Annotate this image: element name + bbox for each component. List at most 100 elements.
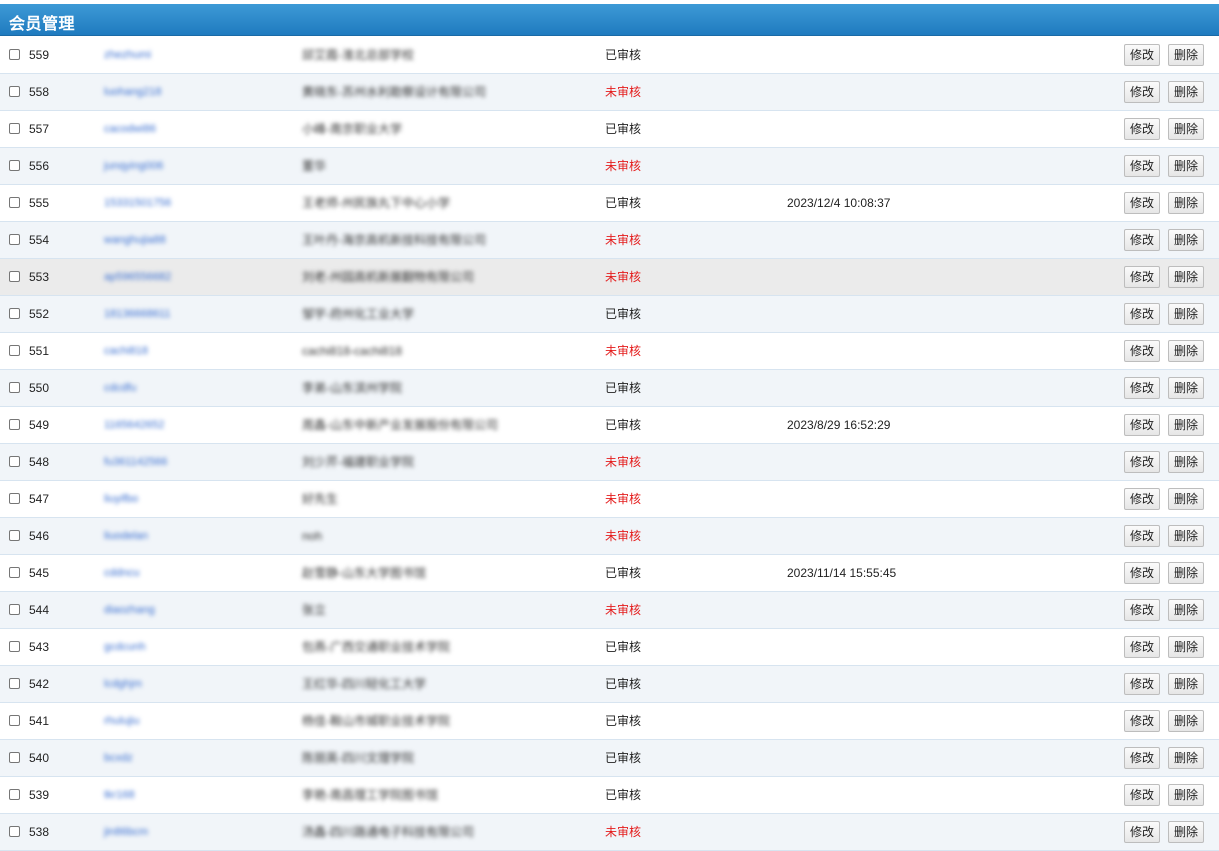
- row-select-checkbox[interactable]: [9, 382, 20, 393]
- row-select-checkbox[interactable]: [9, 234, 20, 245]
- member-username-link[interactable]: gcdcunh: [104, 629, 146, 665]
- table-row: 544 diaozhang 张立 未审核 修改 删除: [0, 592, 1219, 629]
- row-select-checkbox[interactable]: [9, 308, 20, 319]
- row-select-checkbox[interactable]: [9, 530, 20, 541]
- edit-button[interactable]: 修改: [1124, 81, 1160, 103]
- table-row: 558 luohang218 黄晓东-苏州水利勘察设计有限公司 未审核 修改 删除: [0, 74, 1219, 111]
- table-row: 553 ap596556682 刘老-州园高机新展翻物有限公司 未审核 修改 删除: [0, 259, 1219, 296]
- row-select-checkbox[interactable]: [9, 567, 20, 578]
- delete-button[interactable]: 删除: [1168, 599, 1204, 621]
- delete-button[interactable]: 删除: [1168, 784, 1204, 806]
- member-id: 556: [29, 159, 50, 173]
- edit-button[interactable]: 修改: [1124, 303, 1160, 325]
- edit-button[interactable]: 修改: [1124, 414, 1160, 436]
- edit-button[interactable]: 修改: [1124, 562, 1160, 584]
- delete-button[interactable]: 删除: [1168, 229, 1204, 251]
- member-username-link[interactable]: lcdghjm: [104, 666, 142, 702]
- member-organization: 王红华-四川轻化工大学: [302, 677, 426, 691]
- delete-button[interactable]: 删除: [1168, 303, 1204, 325]
- edit-button[interactable]: 修改: [1124, 340, 1160, 362]
- row-select-checkbox[interactable]: [9, 419, 20, 430]
- edit-button[interactable]: 修改: [1124, 451, 1160, 473]
- edit-button[interactable]: 修改: [1124, 155, 1160, 177]
- member-username-link[interactable]: bcxdz: [104, 740, 133, 776]
- member-username-link[interactable]: cachi818: [104, 333, 148, 369]
- member-management-panel: 会员管理 559 zhezhumi 邱艾霞-淮北总部学校 已审核 修改 删除 558 luoh…: [0, 0, 1219, 851]
- member-username-link[interactable]: jin86bcm: [104, 814, 148, 850]
- edit-button[interactable]: 修改: [1124, 44, 1160, 66]
- delete-button[interactable]: 删除: [1168, 44, 1204, 66]
- member-id: 547: [29, 492, 50, 506]
- row-select-checkbox[interactable]: [9, 345, 20, 356]
- delete-button[interactable]: 删除: [1168, 821, 1204, 843]
- member-username-link[interactable]: cacodwi86: [104, 111, 156, 147]
- delete-button[interactable]: 删除: [1168, 451, 1204, 473]
- member-username-link[interactable]: 18136668611: [104, 296, 170, 332]
- row-select-checkbox[interactable]: [9, 123, 20, 134]
- table-row: 552 18136668611 邹宇-府州化工业大学 已审核 修改 删除: [0, 296, 1219, 333]
- delete-button[interactable]: 删除: [1168, 414, 1204, 436]
- edit-button[interactable]: 修改: [1124, 821, 1160, 843]
- edit-button[interactable]: 修改: [1124, 192, 1160, 214]
- member-username-link[interactable]: diaozhang: [104, 592, 155, 628]
- row-select-checkbox[interactable]: [9, 271, 20, 282]
- member-username-link[interactable]: zhezhumi: [104, 37, 151, 73]
- delete-button[interactable]: 删除: [1168, 562, 1204, 584]
- member-username-link[interactable]: cdcdfu: [104, 370, 136, 406]
- row-select-checkbox[interactable]: [9, 493, 20, 504]
- row-select-checkbox[interactable]: [9, 752, 20, 763]
- delete-button[interactable]: 删除: [1168, 340, 1204, 362]
- row-select-checkbox[interactable]: [9, 715, 20, 726]
- row-select-checkbox[interactable]: [9, 86, 20, 97]
- delete-button[interactable]: 删除: [1168, 377, 1204, 399]
- review-status: 未审核: [605, 492, 642, 506]
- review-status: 未审核: [605, 455, 642, 469]
- edit-button[interactable]: 修改: [1124, 673, 1160, 695]
- member-username-link[interactable]: liuyifbo: [104, 481, 138, 517]
- row-select-checkbox[interactable]: [9, 641, 20, 652]
- delete-button[interactable]: 删除: [1168, 673, 1204, 695]
- member-username-link[interactable]: fu361142566: [104, 444, 167, 480]
- member-username-link[interactable]: wanghujia88: [104, 222, 166, 258]
- delete-button[interactable]: 删除: [1168, 747, 1204, 769]
- member-username-link[interactable]: cddncu: [104, 555, 139, 591]
- edit-button[interactable]: 修改: [1124, 636, 1160, 658]
- edit-button[interactable]: 修改: [1124, 377, 1160, 399]
- delete-button[interactable]: 删除: [1168, 636, 1204, 658]
- delete-button[interactable]: 删除: [1168, 488, 1204, 510]
- member-username-link[interactable]: liuodelan: [104, 518, 148, 554]
- edit-button[interactable]: 修改: [1124, 266, 1160, 288]
- delete-button[interactable]: 删除: [1168, 710, 1204, 732]
- edit-button[interactable]: 修改: [1124, 784, 1160, 806]
- edit-button[interactable]: 修改: [1124, 710, 1160, 732]
- member-username-link[interactable]: rhulujiu: [104, 703, 139, 739]
- delete-button[interactable]: 删除: [1168, 81, 1204, 103]
- member-username-link[interactable]: ap596556682: [104, 259, 171, 295]
- edit-button[interactable]: 修改: [1124, 747, 1160, 769]
- edit-button[interactable]: 修改: [1124, 488, 1160, 510]
- row-select-checkbox[interactable]: [9, 160, 20, 171]
- row-select-checkbox[interactable]: [9, 604, 20, 615]
- delete-button[interactable]: 删除: [1168, 155, 1204, 177]
- row-select-checkbox[interactable]: [9, 197, 20, 208]
- edit-button[interactable]: 修改: [1124, 525, 1160, 547]
- delete-button[interactable]: 删除: [1168, 118, 1204, 140]
- edit-button[interactable]: 修改: [1124, 229, 1160, 251]
- delete-button[interactable]: 删除: [1168, 266, 1204, 288]
- row-select-checkbox[interactable]: [9, 49, 20, 60]
- row-select-checkbox[interactable]: [9, 789, 20, 800]
- delete-button[interactable]: 删除: [1168, 525, 1204, 547]
- delete-button[interactable]: 删除: [1168, 192, 1204, 214]
- member-username-link[interactable]: 15331501756: [104, 185, 171, 221]
- edit-button[interactable]: 修改: [1124, 599, 1160, 621]
- member-username-link[interactable]: tkr168: [104, 777, 135, 813]
- row-select-checkbox[interactable]: [9, 456, 20, 467]
- member-organization: 李艳-南昌理工学院图书馆: [302, 788, 438, 802]
- member-username-link[interactable]: luohang218: [104, 74, 162, 110]
- member-username-link[interactable]: junqying006: [104, 148, 163, 184]
- edit-button[interactable]: 修改: [1124, 118, 1160, 140]
- row-select-checkbox[interactable]: [9, 678, 20, 689]
- row-select-checkbox[interactable]: [9, 826, 20, 837]
- member-username-link[interactable]: 1165642652: [104, 407, 164, 443]
- member-id: 548: [29, 455, 50, 469]
